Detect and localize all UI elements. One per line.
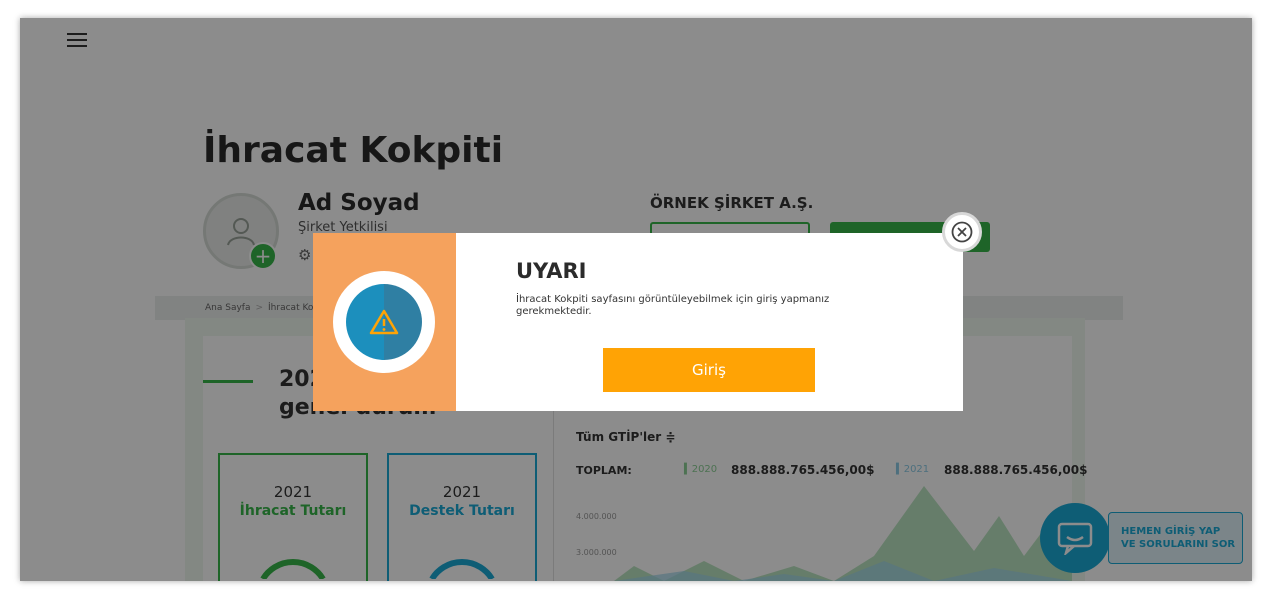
modal-message: İhracat Kokpiti sayfasını görüntüleyebil… xyxy=(516,294,830,317)
warning-icon xyxy=(369,309,399,335)
login-button[interactable]: Giriş xyxy=(603,348,815,392)
close-icon[interactable] xyxy=(942,212,982,252)
modal-title: UYARI xyxy=(516,259,587,283)
warning-modal: UYARI İhracat Kokpiti sayfasını görüntül… xyxy=(313,233,963,411)
modal-side-panel xyxy=(313,233,456,411)
close-x-glyph xyxy=(951,221,973,243)
warning-icon-badge xyxy=(346,284,422,360)
warning-icon-ring xyxy=(333,271,435,373)
browser-frame: İhracat Kokpiti + Ad Soyad Şirket Yetkil… xyxy=(20,18,1252,581)
